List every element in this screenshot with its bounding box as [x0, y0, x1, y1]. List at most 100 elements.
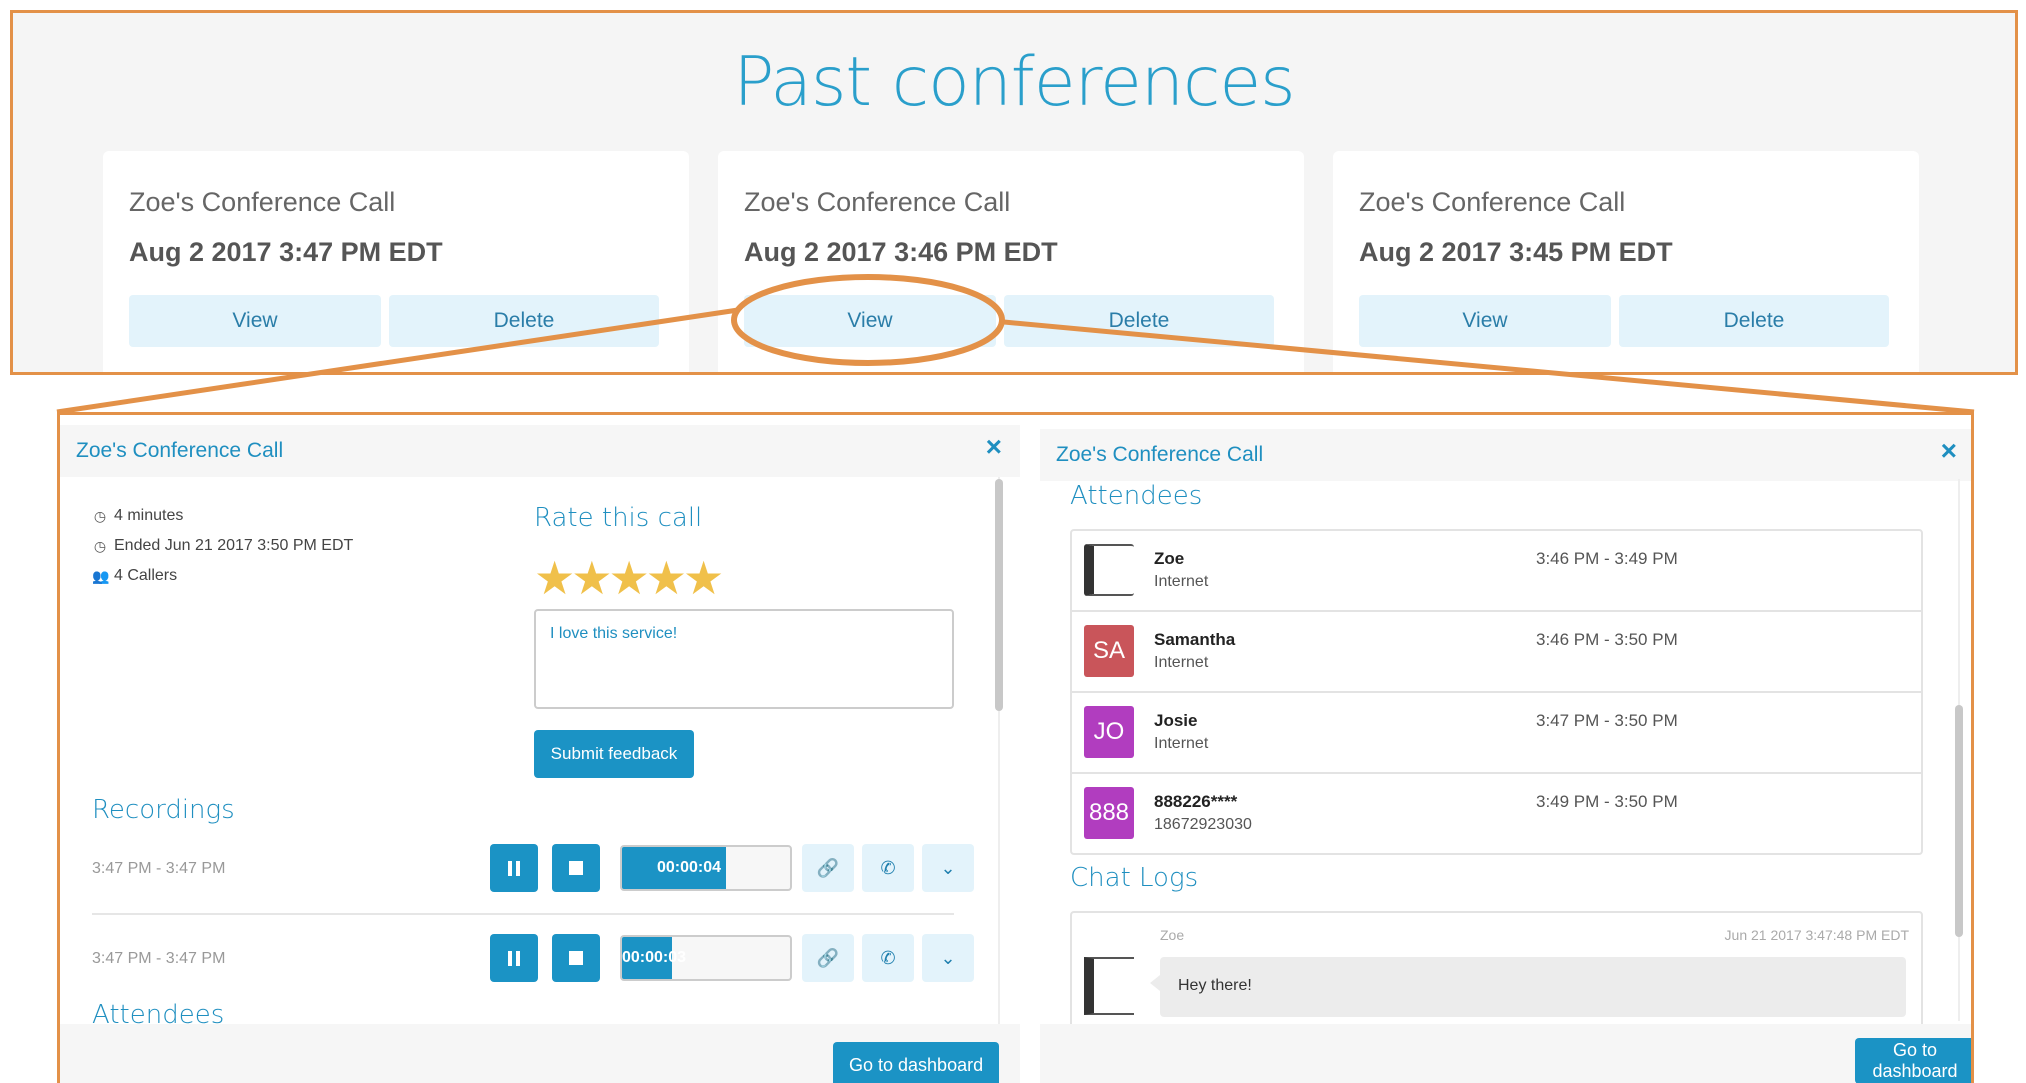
- conference-details-frame: Zoe's Conference Call × ◷ 4 minutes ◷ En…: [57, 412, 1974, 1083]
- phone-icon: ✆: [880, 947, 896, 968]
- chat-message: Hey there!: [1150, 957, 1906, 1017]
- scrollbar[interactable]: [995, 479, 1003, 711]
- ended-time: ◷ Ended Jun 21 2017 3:50 PM EDT: [92, 537, 353, 555]
- attendee-name: 888226****: [1154, 792, 1238, 811]
- delete-button[interactable]: Delete: [389, 295, 659, 347]
- conference-name: Zoe's Conference Call: [129, 187, 396, 217]
- elapsed-time: 00:00:03: [622, 949, 687, 966]
- duration: ◷ 4 minutes: [92, 507, 183, 525]
- recording-time: 3:47 PM - 3:47 PM: [92, 860, 226, 877]
- rate-heading: Rate this call: [534, 503, 703, 533]
- conference-card: Zoe's Conference Call Aug 2 2017 3:45 PM…: [1333, 151, 1919, 372]
- chat-logs-heading: Chat Logs: [1070, 863, 1199, 893]
- expand-button[interactable]: ⌄: [922, 934, 974, 982]
- chevron-down-icon: ⌄: [940, 857, 956, 878]
- past-conferences-panel: Past conferences Zoe's Conference Call A…: [10, 10, 2018, 375]
- attendee-row[interactable]: JO Josie Internet 3:47 PM - 3:50 PM: [1072, 693, 1921, 774]
- view-button[interactable]: View: [744, 295, 996, 347]
- playback-progress[interactable]: 00:00:04: [620, 845, 792, 891]
- recording-time: 3:47 PM - 3:47 PM: [92, 950, 226, 967]
- duration-text: 4 minutes: [114, 507, 184, 524]
- avatar: [1084, 544, 1134, 596]
- ended-text: Ended Jun 21 2017 3:50 PM EDT: [114, 537, 354, 554]
- star-rating[interactable]: ★★★★★: [534, 551, 724, 605]
- scrollbar[interactable]: [1955, 705, 1963, 937]
- conference-summary-modal: Zoe's Conference Call × ◷ 4 minutes ◷ En…: [60, 415, 1020, 1083]
- attendee-time: 3:47 PM - 3:50 PM: [1536, 711, 1678, 730]
- attendee-name: Josie: [1154, 711, 1198, 730]
- users-icon: 👥: [92, 567, 110, 584]
- playback-progress[interactable]: 00:00:03: [620, 935, 792, 981]
- modal-title: Zoe's Conference Call: [1056, 443, 1264, 466]
- avatar: SA: [1084, 625, 1134, 677]
- link-button[interactable]: 🔗: [802, 934, 854, 982]
- attendee-time: 3:46 PM - 3:49 PM: [1536, 549, 1678, 568]
- feedback-input[interactable]: [534, 609, 954, 709]
- conference-card: Zoe's Conference Call Aug 2 2017 3:46 PM…: [718, 151, 1304, 372]
- clock-icon: ◷: [93, 537, 107, 554]
- attendee-connection: Internet: [1154, 735, 1209, 752]
- link-icon: 🔗: [816, 857, 840, 878]
- avatar: 888: [1084, 787, 1134, 839]
- recordings-heading: Recordings: [92, 795, 235, 825]
- stop-icon: [569, 861, 583, 875]
- attendees-heading: Attendees: [1070, 481, 1203, 511]
- delete-button[interactable]: Delete: [1619, 295, 1889, 347]
- go-to-dashboard-button[interactable]: Go to dashboard: [1855, 1038, 1971, 1083]
- modal-title: Zoe's Conference Call: [76, 439, 284, 462]
- recording-row: 3:47 PM - 3:47 PM 00:00:03 🔗 ✆ ⌄: [92, 933, 974, 985]
- conference-date: Aug 2 2017 3:45 PM EDT: [1359, 237, 1673, 267]
- divider: [92, 913, 954, 915]
- modal-footer: Go to dashboard: [1040, 1024, 1971, 1083]
- conference-date: Aug 2 2017 3:47 PM EDT: [129, 237, 443, 267]
- modal-header: Zoe's Conference Call ×: [60, 425, 1020, 477]
- view-button[interactable]: View: [129, 295, 381, 347]
- delete-button[interactable]: Delete: [1004, 295, 1274, 347]
- close-icon[interactable]: ×: [986, 433, 1002, 461]
- recording-row: 3:47 PM - 3:47 PM 00:00:04 🔗 ✆ ⌄: [92, 843, 974, 895]
- stop-button[interactable]: [552, 844, 600, 892]
- attendee-name: Samantha: [1154, 630, 1236, 649]
- conference-name: Zoe's Conference Call: [1359, 187, 1626, 217]
- chat-log: Zoe Jun 21 2017 3:47:48 PM EDT Hey there…: [1070, 911, 1923, 1031]
- elapsed-time: 00:00:04: [656, 859, 722, 876]
- pause-button[interactable]: [490, 844, 538, 892]
- conference-card: Zoe's Conference Call Aug 2 2017 3:47 PM…: [103, 151, 689, 372]
- chat-timestamp: Jun 21 2017 3:47:48 PM EDT: [1724, 927, 1909, 943]
- pause-icon: [508, 950, 520, 966]
- attendee-connection: 18672923030: [1154, 816, 1252, 833]
- attendee-row[interactable]: Zoe Internet 3:46 PM - 3:49 PM: [1072, 531, 1921, 612]
- go-to-dashboard-button[interactable]: Go to dashboard: [833, 1042, 1000, 1083]
- call-button[interactable]: ✆: [862, 844, 914, 892]
- chat-message-text: Hey there!: [1178, 977, 1252, 994]
- view-button[interactable]: View: [1359, 295, 1611, 347]
- attendee-time: 3:46 PM - 3:50 PM: [1536, 630, 1678, 649]
- conference-name: Zoe's Conference Call: [744, 187, 1011, 217]
- avatar: JO: [1084, 706, 1134, 758]
- stop-icon: [569, 951, 583, 965]
- attendee-row[interactable]: 888 888226**** 18672923030 3:49 PM - 3:5…: [1072, 774, 1921, 853]
- link-button[interactable]: 🔗: [802, 844, 854, 892]
- close-icon[interactable]: ×: [1941, 437, 1957, 465]
- conference-attendees-modal: Zoe's Conference Call × Attendees Zoe In…: [1040, 415, 1971, 1083]
- clock-icon: ◷: [93, 507, 107, 524]
- submit-feedback-button[interactable]: Submit feedback: [534, 730, 694, 778]
- attendee-row[interactable]: SA Samantha Internet 3:46 PM - 3:50 PM: [1072, 612, 1921, 693]
- attendee-connection: Internet: [1154, 654, 1209, 671]
- avatar: [1084, 957, 1134, 1015]
- call-button[interactable]: ✆: [862, 934, 914, 982]
- attendee-list: Zoe Internet 3:46 PM - 3:49 PM SA Samant…: [1070, 529, 1923, 855]
- page-title: Past conferences: [733, 43, 1295, 122]
- link-icon: 🔗: [816, 947, 840, 968]
- callers-text: 4 Callers: [114, 567, 178, 584]
- expand-button[interactable]: ⌄: [922, 844, 974, 892]
- stop-button[interactable]: [552, 934, 600, 982]
- attendee-connection: Internet: [1154, 573, 1209, 590]
- pause-button[interactable]: [490, 934, 538, 982]
- modal-footer: Go to dashboard: [60, 1024, 1020, 1083]
- attendee-time: 3:49 PM - 3:50 PM: [1536, 792, 1678, 811]
- modal-header: Zoe's Conference Call ×: [1040, 429, 1971, 481]
- caller-count: 👥 4 Callers: [92, 567, 177, 585]
- phone-icon: ✆: [880, 857, 896, 878]
- pause-icon: [508, 860, 520, 876]
